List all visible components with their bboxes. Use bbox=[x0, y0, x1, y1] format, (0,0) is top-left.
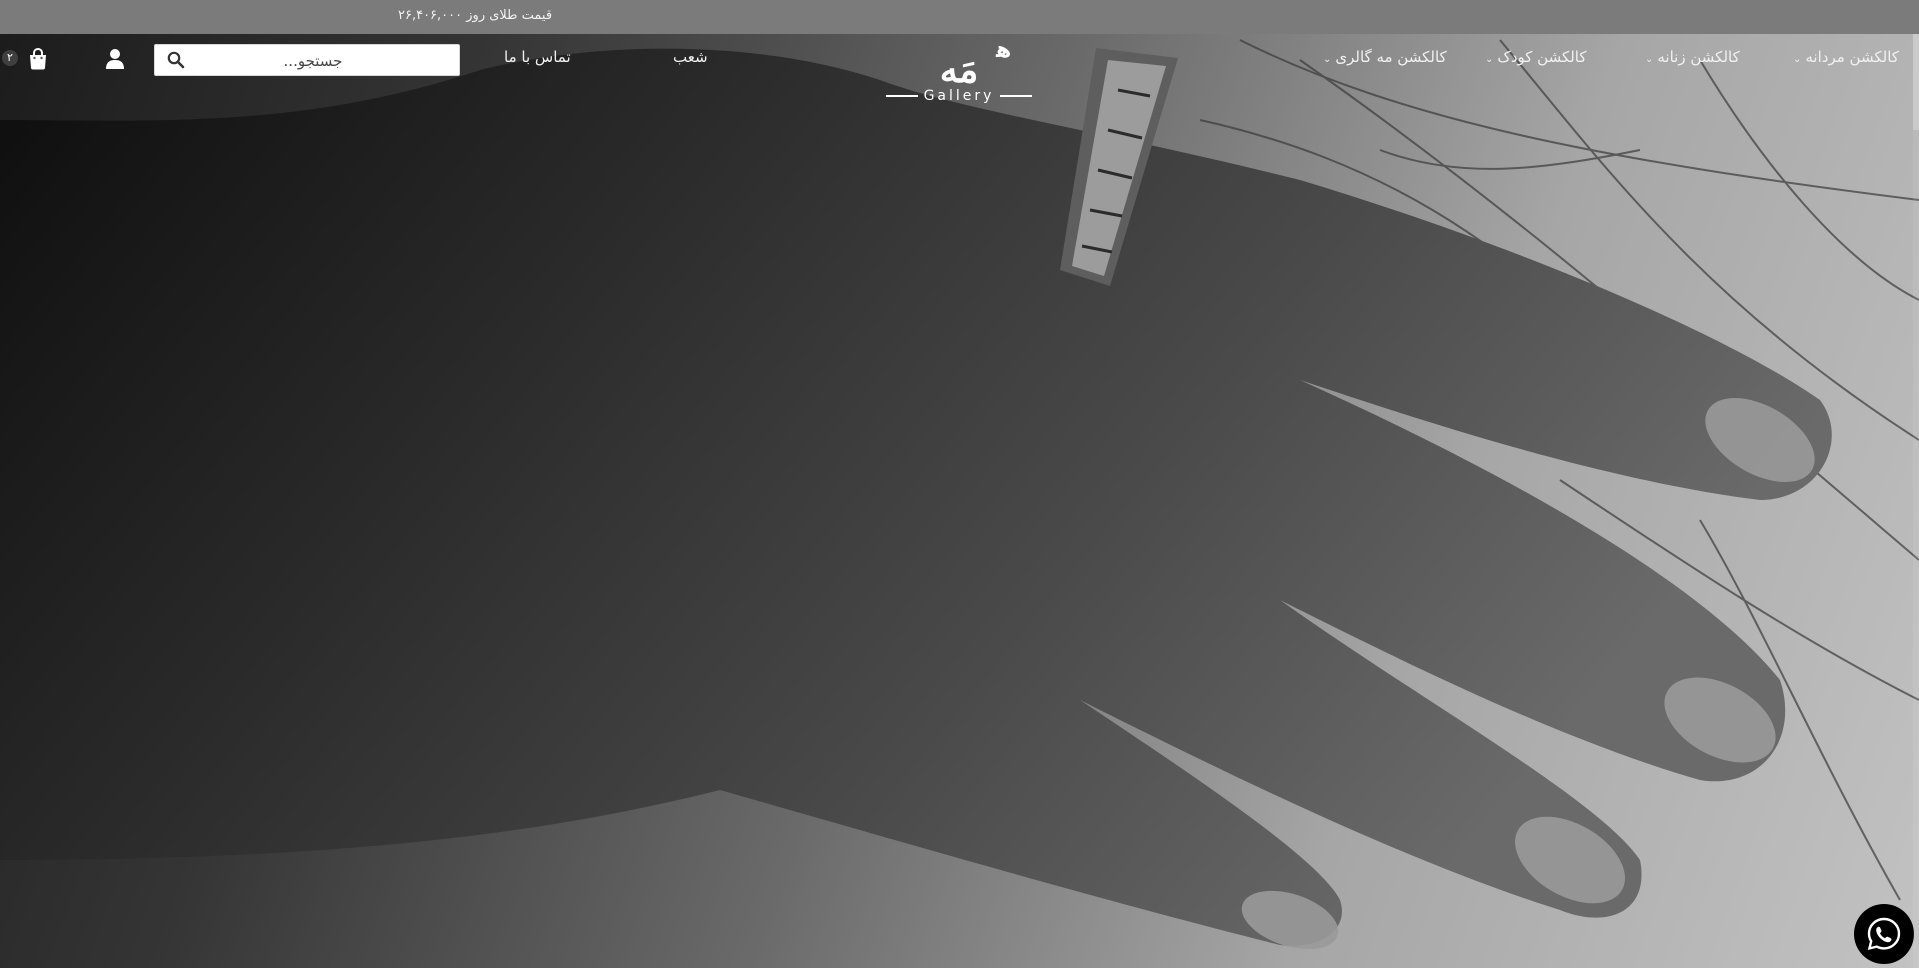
shopping-bag-icon[interactable] bbox=[28, 48, 48, 70]
logo-mark: مَه bbox=[939, 49, 979, 91]
logo-dots: ﻫ bbox=[996, 38, 1012, 63]
nav-contact-us[interactable]: تماس با ما bbox=[504, 48, 571, 66]
gold-price-text: قیمت طلای روز ۲۶,۴۰۶,۰۰۰ bbox=[398, 8, 553, 23]
whatsapp-button[interactable] bbox=[1854, 904, 1914, 964]
user-icon[interactable] bbox=[105, 48, 125, 70]
nav-womens-collection[interactable]: کالکشن زنانه⌄ bbox=[1645, 48, 1740, 66]
nav-branches[interactable]: شعب bbox=[673, 48, 708, 66]
nav-branches-label: شعب bbox=[673, 48, 708, 66]
hero-image bbox=[0, 34, 1919, 968]
nav-mens-collection[interactable]: کالکشن مردانه⌄ bbox=[1793, 48, 1899, 66]
nav-mah-gallery-collection[interactable]: کالکشن مه گالری⌄ bbox=[1323, 48, 1447, 66]
scrollbar-thumb[interactable] bbox=[1913, 34, 1919, 130]
nav-womens-label: کالکشن زنانه bbox=[1657, 48, 1740, 66]
chevron-down-icon: ⌄ bbox=[1645, 54, 1654, 65]
chevron-down-icon: ⌄ bbox=[1485, 54, 1494, 65]
site-logo[interactable]: ﻫ مَه Gallery bbox=[884, 38, 1034, 120]
chevron-down-icon: ⌄ bbox=[1323, 54, 1332, 65]
nav-kids-collection[interactable]: کالکشن کودک⌄ bbox=[1485, 48, 1587, 66]
gold-price-bar: قیمت طلای روز ۲۶,۴۰۶,۰۰۰ bbox=[0, 0, 1919, 34]
logo-rule-left bbox=[885, 95, 918, 97]
search-icon[interactable] bbox=[167, 51, 185, 69]
nav-mens-label: کالکشن مردانه bbox=[1805, 48, 1899, 66]
search-box bbox=[154, 44, 460, 77]
cart-count-badge: ۲ bbox=[2, 50, 18, 66]
chevron-down-icon: ⌄ bbox=[1793, 54, 1802, 65]
logo-wordmark: Gallery bbox=[923, 88, 995, 104]
whatsapp-icon bbox=[1867, 917, 1901, 951]
nav-kids-label: کالکشن کودک bbox=[1497, 48, 1587, 66]
nav-contact-label: تماس با ما bbox=[504, 48, 571, 66]
page-scrollbar[interactable] bbox=[1913, 34, 1919, 968]
logo-wordmark-row: Gallery bbox=[884, 88, 1034, 104]
search-input[interactable] bbox=[191, 45, 435, 77]
logo-rule-right bbox=[1000, 95, 1033, 97]
hero-illustration bbox=[0, 39, 1919, 950]
nav-mah-gallery-label: کالکشن مه گالری bbox=[1335, 48, 1447, 66]
hand-shape bbox=[0, 48, 1832, 946]
